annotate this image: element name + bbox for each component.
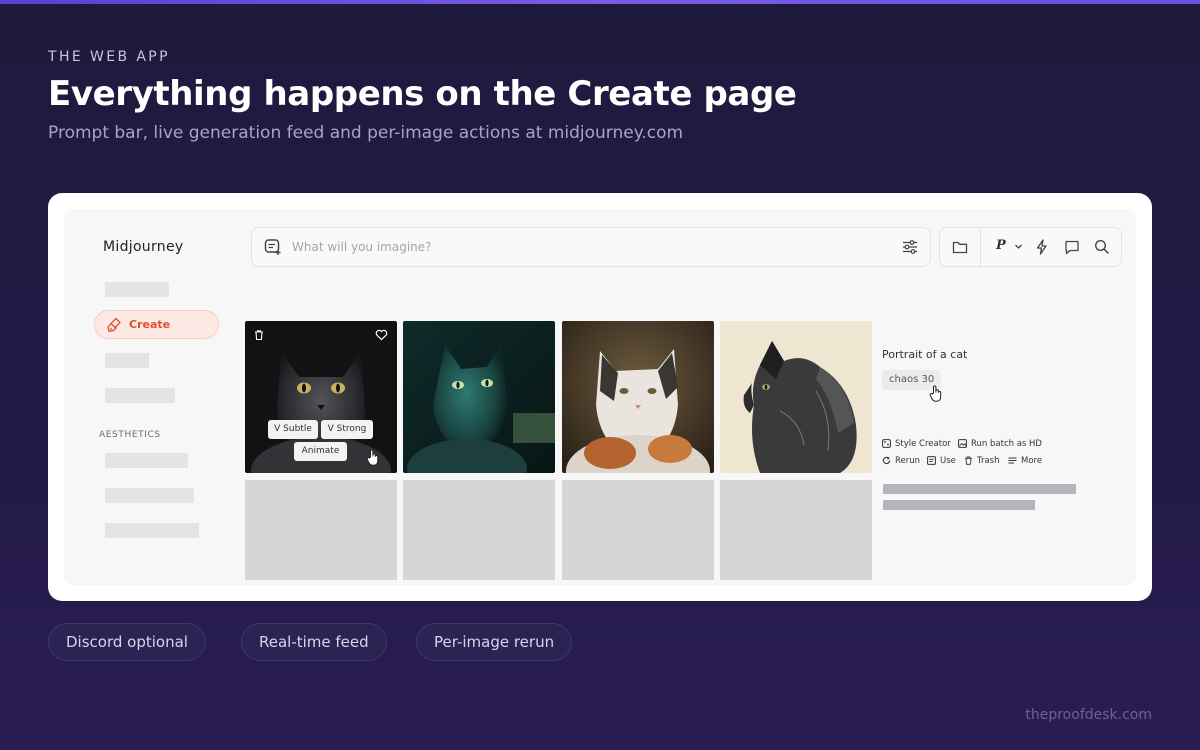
brush-icon	[107, 317, 121, 333]
refresh-icon	[882, 456, 891, 465]
eyebrow-label: THE WEB APP	[48, 49, 170, 65]
sidebar-item-create[interactable]: Create	[94, 310, 219, 339]
sidebar-item-placeholder[interactable]	[105, 453, 188, 468]
settings-sliders-icon[interactable]	[902, 239, 918, 255]
image-tile-loading	[562, 480, 714, 580]
hand-cursor-icon	[366, 449, 379, 466]
toolbar-divider	[980, 228, 981, 266]
palette-icon	[882, 439, 891, 448]
toolbar: P	[939, 227, 1122, 267]
feature-pill: Real-time feed	[241, 623, 387, 661]
action-label: More	[1021, 456, 1043, 466]
image-tile-loading	[720, 480, 872, 580]
footer-credit: theproofdesk.com	[1025, 707, 1152, 723]
image-tile-loading	[245, 480, 397, 580]
image-tile[interactable]	[403, 321, 555, 473]
text-placeholder-bar	[883, 500, 1035, 510]
image-icon	[958, 439, 967, 448]
page-title: Everything happens on the Create page	[48, 74, 797, 114]
vary-strong-button[interactable]: V Strong	[321, 420, 373, 439]
action-label: Rerun	[895, 456, 921, 466]
profile-menu[interactable]: P	[996, 238, 1006, 253]
prompt-placeholder: What will you imagine?	[292, 240, 432, 254]
image-tile[interactable]	[562, 321, 714, 473]
image-tile[interactable]	[720, 321, 872, 473]
sidebar-item-placeholder[interactable]	[105, 488, 194, 503]
trash-icon	[965, 456, 972, 465]
search-icon[interactable]	[1094, 239, 1110, 255]
sidebar-item-placeholder[interactable]	[105, 388, 175, 403]
folder-icon[interactable]	[952, 239, 968, 255]
prompt-bar[interactable]: What will you imagine?	[251, 227, 931, 267]
use-icon	[927, 456, 936, 465]
sidebar-item-label: Create	[129, 318, 171, 331]
chat-icon[interactable]	[1064, 239, 1080, 255]
page-subtitle: Prompt bar, live generation feed and per…	[48, 123, 684, 143]
cat-image-white-ginger	[562, 321, 714, 473]
action-label: Style Creator	[895, 439, 951, 449]
text-placeholder-bar	[883, 484, 1076, 494]
cat-image-sketch	[720, 321, 872, 473]
brand-logo[interactable]: Midjourney	[103, 239, 183, 255]
heart-icon[interactable]	[375, 329, 388, 341]
animate-button[interactable]: Animate	[294, 442, 347, 461]
vary-subtle-button[interactable]: V Subtle	[268, 420, 318, 439]
app-screenshot-card: Midjourney What will you imagine? P Crea…	[48, 193, 1152, 601]
sidebar-item-placeholder[interactable]	[105, 523, 199, 538]
action-label: Run batch as HD	[971, 439, 1042, 449]
menu-lines-icon	[1008, 457, 1017, 464]
image-add-icon[interactable]	[264, 238, 282, 256]
prompt-text[interactable]: Portrait of a cat	[882, 348, 967, 361]
cat-image-teal	[403, 321, 555, 473]
top-accent-bar	[0, 0, 1200, 4]
sidebar-section-heading: AESTHETICS	[99, 430, 161, 440]
app-window: Midjourney What will you imagine? P Crea…	[64, 209, 1136, 585]
image-tile-loading	[403, 480, 555, 580]
sidebar-item-placeholder[interactable]	[105, 353, 149, 368]
trash-icon[interactable]	[253, 329, 265, 341]
action-label: Trash	[977, 456, 1000, 466]
hand-cursor-icon	[929, 385, 942, 402]
lightning-icon[interactable]	[1034, 239, 1050, 255]
chevron-down-icon[interactable]	[1014, 242, 1023, 251]
sidebar-item-placeholder[interactable]	[105, 282, 169, 297]
feature-pill: Per-image rerun	[416, 623, 573, 661]
action-label: Use	[940, 456, 956, 466]
feature-pill: Discord optional	[48, 623, 206, 661]
